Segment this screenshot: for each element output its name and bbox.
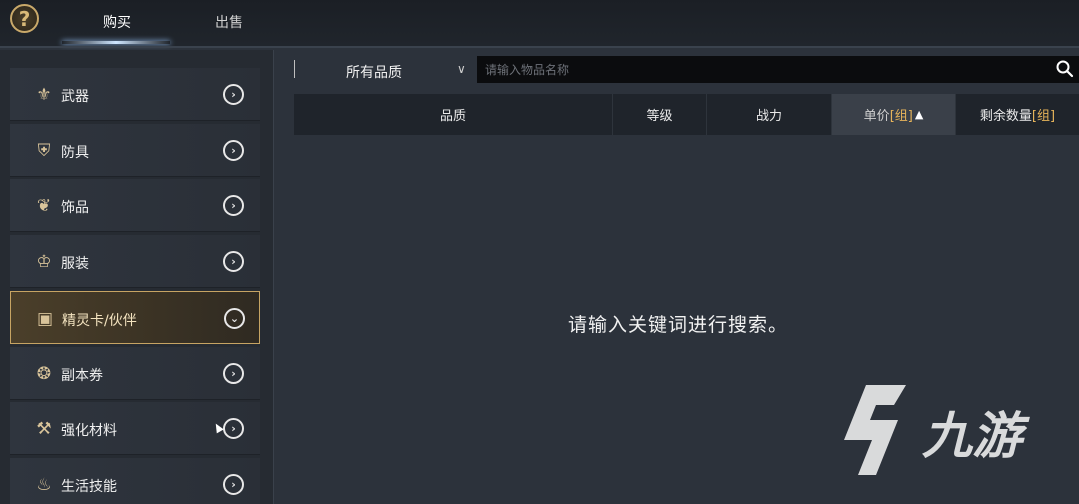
life-skill-icon: ♨ [36, 475, 52, 495]
question-mark-icon[interactable]: ? [10, 4, 39, 33]
chevron-right-icon[interactable]: › [223, 474, 244, 495]
table-header: 品质 等级 战力 单价 [组] ▲ 剩余数量 [组] [294, 94, 1079, 135]
sidebar-item-accessory[interactable]: ❦ 饰品 › [10, 179, 260, 232]
tab-buy[interactable]: 购买 [103, 12, 131, 32]
search-icon[interactable] [1055, 59, 1075, 79]
sidebar-item-spirit-card[interactable]: ▣ 精灵卡/伙伴 ⌄ [10, 291, 260, 344]
chevron-down-icon: ∨ [457, 62, 466, 76]
search-bar [477, 56, 1079, 83]
empty-state-message: 请输入关键词进行搜索。 [568, 314, 789, 336]
column-unit-label: [组] [889, 109, 913, 124]
card-icon: ▣ [36, 309, 54, 329]
quality-dropdown[interactable]: 所有品质 ∨ [300, 56, 476, 84]
chevron-down-icon[interactable]: ⌄ [224, 308, 245, 329]
ticket-icon: ❂ [36, 364, 52, 384]
watermark-icon [844, 385, 906, 475]
chevron-right-icon[interactable]: › [223, 195, 244, 216]
sidebar-item-label: 副本券 [61, 368, 103, 384]
column-label: 战力 [755, 109, 782, 124]
watermark-logo: 九游 [836, 380, 1056, 480]
sidebar-item-label: 生活技能 [61, 479, 117, 495]
divider [0, 46, 1079, 48]
chevron-right-icon[interactable]: › [223, 418, 244, 439]
sidebar-item-label: 强化材料 [61, 423, 117, 439]
column-level[interactable]: 等级 [613, 94, 707, 135]
column-quality[interactable]: 品质 [294, 94, 613, 135]
material-icon: ⚒ [36, 419, 52, 439]
sidebar-item-label: 武器 [61, 89, 89, 105]
sidebar-item-label: 饰品 [61, 200, 89, 216]
weapon-icon: ⚜ [36, 85, 52, 105]
search-input[interactable] [477, 56, 1047, 83]
sidebar-item-label: 精灵卡/伙伴 [62, 313, 137, 329]
column-remaining[interactable]: 剩余数量 [组] [956, 94, 1079, 135]
accessory-icon: ❦ [36, 196, 52, 216]
column-power[interactable]: 战力 [707, 94, 832, 135]
chevron-right-icon[interactable]: › [223, 84, 244, 105]
tab-sell[interactable]: 出售 [215, 12, 243, 32]
column-label: 单价 [863, 109, 890, 124]
sidebar-item-label: 防具 [61, 145, 89, 161]
filter-separator [294, 60, 295, 78]
column-label: 品质 [439, 109, 466, 124]
column-unit-label: [组] [1031, 109, 1056, 124]
quality-dropdown-label: 所有品质 [346, 65, 402, 81]
column-unit-price[interactable]: 单价 [组] ▲ [832, 94, 956, 135]
category-sidebar: ⚜ 武器 › ⛨ 防具 › ❦ 饰品 › ♔ 服装 › ▣ 精灵卡/伙伴 ⌄ ❂… [0, 50, 274, 504]
sidebar-item-label: 服装 [61, 256, 89, 272]
clothing-icon: ♔ [36, 252, 52, 272]
active-tab-indicator [62, 41, 170, 44]
sort-ascending-icon: ▲ [914, 108, 924, 121]
sidebar-item-dungeon-ticket[interactable]: ❂ 副本券 › [10, 347, 260, 400]
column-label: 等级 [646, 109, 673, 124]
chevron-right-icon[interactable]: › [223, 251, 244, 272]
sidebar-item-weapon[interactable]: ⚜ 武器 › [10, 68, 260, 121]
chevron-right-icon[interactable]: › [223, 363, 244, 384]
armor-icon: ⛨ [37, 141, 51, 161]
sidebar-item-clothing[interactable]: ♔ 服装 › [10, 235, 260, 288]
watermark-text: 九游 [922, 407, 1022, 465]
chevron-right-icon[interactable]: › [223, 140, 244, 161]
column-label: 剩余数量 [979, 109, 1032, 124]
sidebar-item-armor[interactable]: ⛨ 防具 › [10, 124, 260, 177]
sidebar-item-life-skill[interactable]: ♨ 生活技能 › [10, 458, 260, 504]
top-bar: ? 购买 出售 [0, 0, 1079, 46]
